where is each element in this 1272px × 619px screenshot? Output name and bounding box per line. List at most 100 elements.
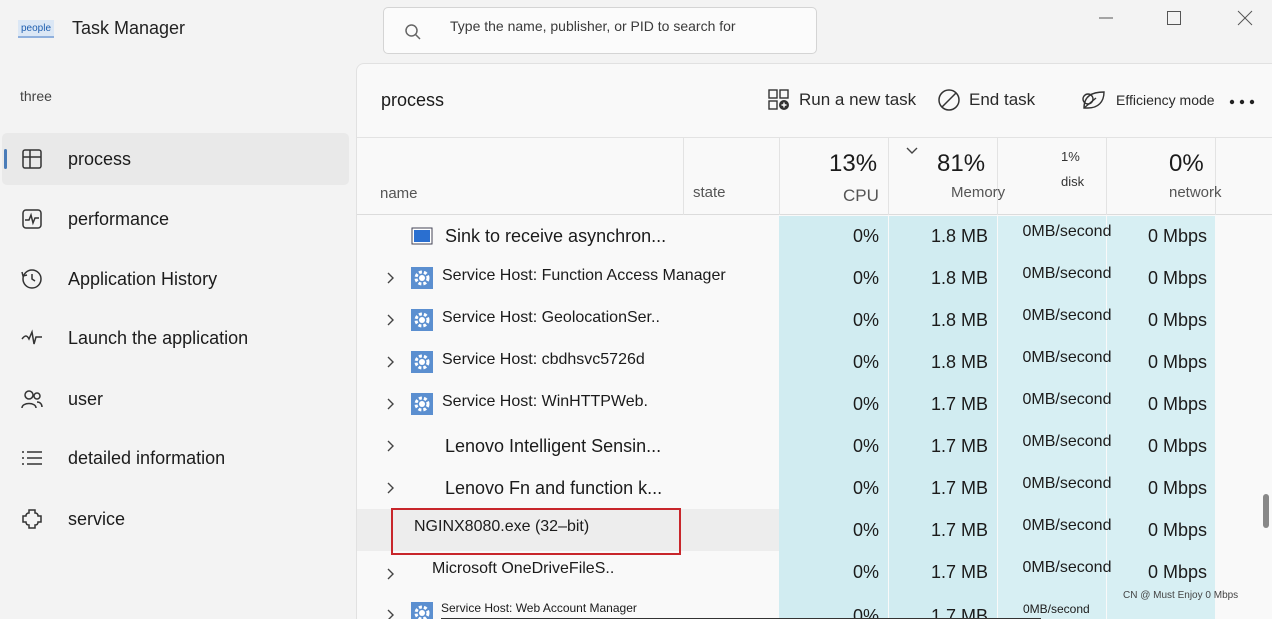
main-panel: process Run a new task End task Efficien… <box>356 63 1272 619</box>
active-indicator <box>4 149 7 169</box>
column-header-cpu[interactable]: CPU <box>843 186 879 206</box>
gear-icon <box>411 602 433 619</box>
sidebar-caption: three <box>20 88 52 104</box>
search-box[interactable] <box>383 7 817 54</box>
end-task-label: End task <box>969 90 1036 109</box>
table-row[interactable]: Lenovo Fn and function k... 0% 1.7 MB 0M… <box>357 467 1217 509</box>
annotation-highlight-box <box>391 508 681 555</box>
table-row[interactable]: Service Host: Web Account Manager 0% 1.7… <box>357 593 1217 619</box>
sidebar-item-process[interactable]: process <box>2 133 349 185</box>
end-task-icon <box>938 89 960 111</box>
disk-cell: 0MB/second <box>1022 475 1112 492</box>
maximize-icon <box>1167 11 1181 25</box>
app-logo: people <box>18 20 54 38</box>
cpu-cell: 0% <box>852 562 879 582</box>
chevron-right-icon[interactable] <box>383 396 399 412</box>
chevron-right-icon[interactable] <box>383 607 399 619</box>
memory-cell: 1.7 MB <box>930 520 988 540</box>
process-name: Service Host: Function Access Manager <box>442 267 726 284</box>
gear-icon <box>411 309 433 331</box>
more-options-button[interactable] <box>1227 92 1257 112</box>
sidebar-item-users[interactable]: user <box>2 373 349 425</box>
disk-total: 1% <box>1061 149 1080 164</box>
network-cell: 0 Mbps <box>1147 478 1207 498</box>
disk-cell: 0MB/second <box>1022 223 1112 240</box>
gear-icon <box>411 351 433 373</box>
column-header-memory[interactable]: Memory <box>951 184 1005 201</box>
sidebar-item-application-history[interactable]: Application History <box>2 253 349 305</box>
details-icon <box>22 451 42 465</box>
sidebar-item-label: Application History <box>68 268 218 289</box>
cpu-total: 13% <box>829 150 878 177</box>
disk-cell: 0MB/second <box>1022 307 1112 324</box>
column-divider <box>779 138 780 215</box>
process-icon <box>22 149 42 169</box>
run-task-icon <box>768 89 789 110</box>
cpu-cell: 0% <box>852 478 879 498</box>
column-header-name[interactable]: name <box>380 185 418 202</box>
cpu-cell: 0% <box>852 226 879 246</box>
close-icon <box>1237 10 1253 26</box>
sidebar-item-services[interactable]: service <box>2 493 349 545</box>
column-divider <box>1106 138 1107 215</box>
memory-cell: 1.7 MB <box>930 562 988 582</box>
close-button[interactable] <box>1227 6 1263 30</box>
chevron-right-icon[interactable] <box>383 566 399 582</box>
cpu-cell: 0% <box>852 310 879 330</box>
chevron-right-icon[interactable] <box>383 354 399 370</box>
table-row[interactable]: Service Host: GeolocationSer.. 0% 1.8 MB… <box>357 299 1217 341</box>
process-name: Service Host: cbdhsvc5726d <box>442 351 645 368</box>
sidebar-item-label: process <box>68 148 132 169</box>
chevron-right-icon[interactable] <box>383 480 399 496</box>
leaf-icon <box>1082 91 1105 109</box>
run-new-task-button[interactable]: Run a new task <box>767 88 916 112</box>
cpu-cell: 0% <box>852 520 879 540</box>
page-title: process <box>381 90 445 110</box>
maximize-button[interactable] <box>1156 6 1192 30</box>
network-cell: 0 Mbps <box>1147 436 1207 456</box>
column-header-disk[interactable]: disk <box>1061 174 1084 189</box>
sidebar-item-label: Launch the application <box>68 327 249 348</box>
table-row[interactable]: Service Host: Function Access Manager 0%… <box>357 257 1217 299</box>
table-row[interactable]: Lenovo Intelligent Sensin... 0% 1.7 MB 0… <box>357 425 1217 467</box>
chevron-right-icon[interactable] <box>383 312 399 328</box>
disk-cell: 0MB/second <box>1022 349 1112 366</box>
table-row[interactable]: Service Host: WinHTTPWeb. 0% 1.7 MB 0MB/… <box>357 383 1217 425</box>
network-cell: 0 Mbps <box>1147 520 1207 540</box>
table-row[interactable]: Service Host: cbdhsvc5726d 0% 1.8 MB 0MB… <box>357 341 1217 383</box>
table-row[interactable]: Microsoft OneDriveFileS.. 0% 1.7 MB 0MB/… <box>357 551 1217 593</box>
scrollbar-thumb[interactable] <box>1263 494 1269 528</box>
column-header-network[interactable]: network <box>1169 184 1222 201</box>
process-name: Service Host: GeolocationSer.. <box>442 309 660 326</box>
network-cell: 0 Mbps <box>1147 394 1207 414</box>
minimize-button[interactable] <box>1088 6 1124 30</box>
history-icon <box>21 269 42 289</box>
users-icon <box>21 390 43 409</box>
process-name: Sink to receive asynchron... <box>445 226 667 246</box>
watermark: CN @ Must Enjoy 0 Mbps <box>1123 590 1239 601</box>
column-divider <box>888 138 889 215</box>
sidebar-item-startup[interactable]: Launch the application <box>2 312 349 364</box>
sidebar-item-label: performance <box>68 208 170 229</box>
chevron-right-icon[interactable] <box>383 270 399 286</box>
sidebar-item-details[interactable]: detailed information <box>2 432 349 484</box>
sort-descending-icon <box>906 147 918 154</box>
efficiency-mode-button[interactable]: Efficiency mode <box>1080 88 1215 112</box>
end-task-button[interactable]: End task <box>937 88 1035 112</box>
cpu-cell: 0% <box>852 436 879 456</box>
process-name: Microsoft OneDriveFileS.. <box>432 560 615 577</box>
disk-cell: 0MB/second <box>1022 559 1112 576</box>
process-name: Lenovo Fn and function k... <box>445 478 663 498</box>
performance-icon <box>22 209 42 229</box>
disk-cell: 0MB/second <box>1022 391 1112 408</box>
cpu-cell: 0% <box>852 394 879 414</box>
search-input[interactable] <box>450 16 790 36</box>
chevron-right-icon[interactable] <box>383 438 399 454</box>
app-title: Task Manager <box>72 18 186 38</box>
minimize-icon <box>1099 17 1113 19</box>
column-header-state[interactable]: state <box>693 184 726 201</box>
sidebar-item-performance[interactable]: performance <box>2 193 349 245</box>
table-row[interactable]: Sink to receive asynchron... 0% 1.8 MB 0… <box>357 215 1217 257</box>
column-divider <box>1215 138 1216 215</box>
process-name: Service Host: WinHTTPWeb. <box>442 393 648 410</box>
